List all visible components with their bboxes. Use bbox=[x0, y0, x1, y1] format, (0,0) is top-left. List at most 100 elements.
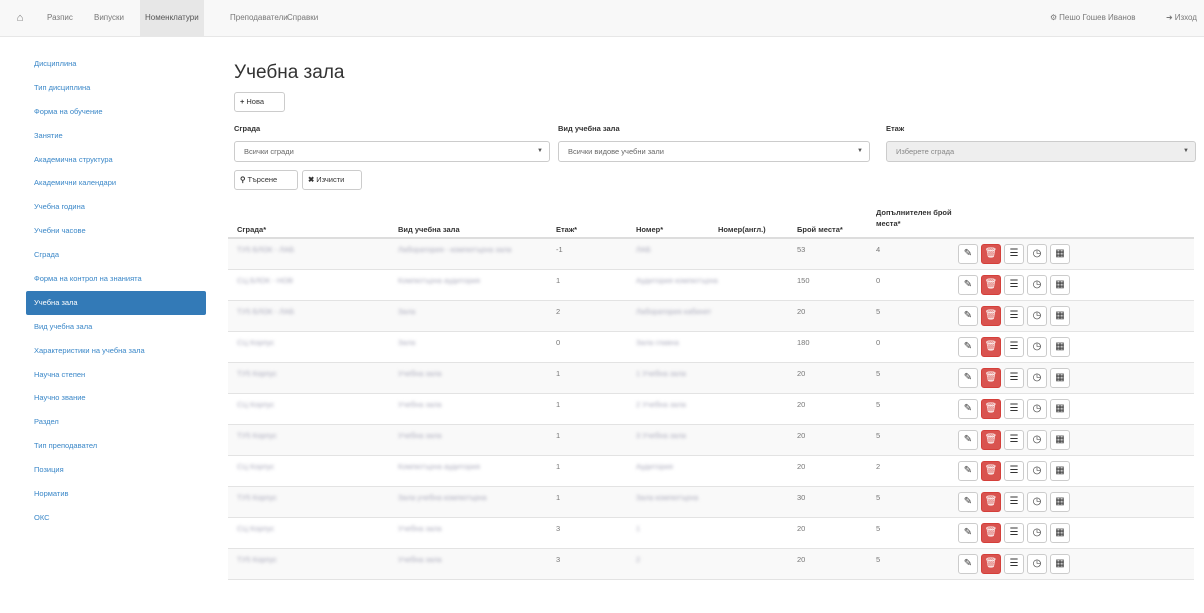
list-button[interactable]: ☰ bbox=[1004, 430, 1024, 450]
schedule-button[interactable]: ◷ bbox=[1027, 244, 1047, 264]
list-button[interactable]: ☰ bbox=[1004, 461, 1024, 481]
floor-select-value: Изберете сграда bbox=[896, 147, 955, 156]
schedule-button[interactable]: ◷ bbox=[1027, 399, 1047, 419]
list-button[interactable]: ☰ bbox=[1004, 368, 1024, 388]
column-header-number[interactable]: Номер* bbox=[636, 225, 663, 235]
delete-button[interactable]: 🗑 bbox=[981, 275, 1001, 295]
schedule-button[interactable]: ◷ bbox=[1027, 523, 1047, 543]
sidebar-item[interactable]: Форма на обучение bbox=[26, 100, 206, 124]
logout-link[interactable]: ➜ Изход bbox=[1166, 0, 1197, 36]
list-button[interactable]: ☰ bbox=[1004, 244, 1024, 264]
delete-button[interactable]: 🗑 bbox=[981, 554, 1001, 574]
edit-button[interactable]: ✎ bbox=[958, 337, 978, 357]
delete-button[interactable]: 🗑 bbox=[981, 244, 1001, 264]
edit-button[interactable]: ✎ bbox=[958, 430, 978, 450]
delete-button[interactable]: 🗑 bbox=[981, 306, 1001, 326]
building-select[interactable]: Всички сгради ▼ bbox=[234, 141, 550, 162]
sidebar-item[interactable]: Учебна година bbox=[26, 195, 206, 219]
nav-item-reports[interactable]: Справки bbox=[282, 0, 323, 36]
calendar-button[interactable]: ▦ bbox=[1050, 368, 1070, 388]
schedule-button[interactable]: ◷ bbox=[1027, 306, 1047, 326]
list-button[interactable]: ☰ bbox=[1004, 492, 1024, 512]
sidebar-item[interactable]: ОКС bbox=[26, 506, 206, 530]
sidebar-item[interactable]: Тип дисциплина bbox=[26, 76, 206, 100]
edit-button[interactable]: ✎ bbox=[958, 554, 978, 574]
delete-button[interactable]: 🗑 bbox=[981, 399, 1001, 419]
hall-type-filter-label: Вид учебна зала bbox=[558, 124, 620, 133]
sidebar-item[interactable]: Научна степен bbox=[26, 363, 206, 387]
sidebar-item[interactable]: Раздел bbox=[26, 410, 206, 434]
calendar-button[interactable]: ▦ bbox=[1050, 337, 1070, 357]
calendar-button[interactable]: ▦ bbox=[1050, 275, 1070, 295]
sidebar-item[interactable]: Академични календари bbox=[26, 171, 206, 195]
delete-button[interactable]: 🗑 bbox=[981, 368, 1001, 388]
edit-button[interactable]: ✎ bbox=[958, 399, 978, 419]
search-button[interactable]: ⚲ Търсене bbox=[234, 170, 298, 190]
delete-button[interactable]: 🗑 bbox=[981, 523, 1001, 543]
sidebar-item[interactable]: Вид учебна зала bbox=[26, 315, 206, 339]
delete-button[interactable]: 🗑 bbox=[981, 430, 1001, 450]
calendar-button[interactable]: ▦ bbox=[1050, 461, 1070, 481]
calendar-button[interactable]: ▦ bbox=[1050, 492, 1070, 512]
column-header-building[interactable]: Сграда* bbox=[237, 225, 266, 235]
edit-button[interactable]: ✎ bbox=[958, 275, 978, 295]
edit-button[interactable]: ✎ bbox=[958, 306, 978, 326]
sidebar-item[interactable]: Тип преподавател bbox=[26, 434, 206, 458]
schedule-button[interactable]: ◷ bbox=[1027, 368, 1047, 388]
delete-button[interactable]: 🗑 bbox=[981, 492, 1001, 512]
sidebar-item[interactable]: Занятие bbox=[26, 124, 206, 148]
calendar-button[interactable]: ▦ bbox=[1050, 554, 1070, 574]
nav-item-nomenclatures[interactable]: Номенклатури bbox=[140, 0, 204, 36]
schedule-button[interactable]: ◷ bbox=[1027, 430, 1047, 450]
sidebar-item[interactable]: Форма на контрол на знанията bbox=[26, 267, 206, 291]
sidebar-item[interactable]: Норматив bbox=[26, 482, 206, 506]
home-icon[interactable]: ⌂ bbox=[14, 12, 26, 24]
sidebar-item[interactable]: Сграда bbox=[26, 243, 206, 267]
schedule-button[interactable]: ◷ bbox=[1027, 554, 1047, 574]
column-header-extra-seats[interactable]: Допълнителен брой места* bbox=[876, 207, 956, 229]
sidebar-item[interactable]: Академична структура bbox=[26, 148, 206, 172]
list-button[interactable]: ☰ bbox=[1004, 306, 1024, 326]
sidebar-item[interactable]: Позиция bbox=[26, 458, 206, 482]
calendar-button[interactable]: ▦ bbox=[1050, 430, 1070, 450]
new-button[interactable]: + Нова bbox=[234, 92, 285, 112]
delete-button[interactable]: 🗑 bbox=[981, 461, 1001, 481]
sidebar-item[interactable]: Характеристики на учебна зала bbox=[26, 339, 206, 363]
column-header-floor[interactable]: Етаж* bbox=[556, 225, 577, 235]
list-button[interactable]: ☰ bbox=[1004, 399, 1024, 419]
column-header-hall-type[interactable]: Вид учебна зала bbox=[398, 225, 460, 235]
schedule-button[interactable]: ◷ bbox=[1027, 461, 1047, 481]
calendar-button[interactable]: ▦ bbox=[1050, 244, 1070, 264]
list-button[interactable]: ☰ bbox=[1004, 337, 1024, 357]
sidebar-item[interactable]: Дисциплина bbox=[26, 52, 206, 76]
user-menu[interactable]: ⚙ Пешо Гошев Иванов bbox=[1050, 0, 1136, 36]
clock-icon: ◷ bbox=[1032, 527, 1042, 538]
nav-item-schedule[interactable]: Разпис bbox=[42, 0, 78, 36]
schedule-button[interactable]: ◷ bbox=[1027, 492, 1047, 512]
edit-button[interactable]: ✎ bbox=[958, 244, 978, 264]
sidebar-item[interactable]: Учебна зала bbox=[26, 290, 206, 315]
column-header-number-en[interactable]: Номер(англ.) bbox=[718, 225, 766, 235]
clear-button[interactable]: ✖ Изчисти bbox=[302, 170, 362, 190]
list-button[interactable]: ☰ bbox=[1004, 554, 1024, 574]
hall-type-select[interactable]: Всички видове учебни зали ▼ bbox=[558, 141, 870, 162]
sidebar-item[interactable]: Учебни часове bbox=[26, 219, 206, 243]
schedule-button[interactable]: ◷ bbox=[1027, 337, 1047, 357]
delete-button[interactable]: 🗑 bbox=[981, 337, 1001, 357]
calendar-button[interactable]: ▦ bbox=[1050, 306, 1070, 326]
edit-button[interactable]: ✎ bbox=[958, 368, 978, 388]
sidebar-item[interactable]: Научно звание bbox=[26, 386, 206, 410]
nav-item-graduates[interactable]: Випуски bbox=[89, 0, 129, 36]
calendar-button[interactable]: ▦ bbox=[1050, 399, 1070, 419]
list-button[interactable]: ☰ bbox=[1004, 275, 1024, 295]
schedule-button[interactable]: ◷ bbox=[1027, 275, 1047, 295]
edit-button[interactable]: ✎ bbox=[958, 492, 978, 512]
floor-select[interactable]: Изберете сграда ▼ bbox=[886, 141, 1196, 162]
building-filter-label: Сграда bbox=[234, 124, 261, 133]
column-header-seats[interactable]: Брой места* bbox=[797, 225, 843, 235]
list-button[interactable]: ☰ bbox=[1004, 523, 1024, 543]
clear-button-label: Изчисти bbox=[316, 175, 345, 184]
calendar-button[interactable]: ▦ bbox=[1050, 523, 1070, 543]
edit-button[interactable]: ✎ bbox=[958, 523, 978, 543]
edit-button[interactable]: ✎ bbox=[958, 461, 978, 481]
